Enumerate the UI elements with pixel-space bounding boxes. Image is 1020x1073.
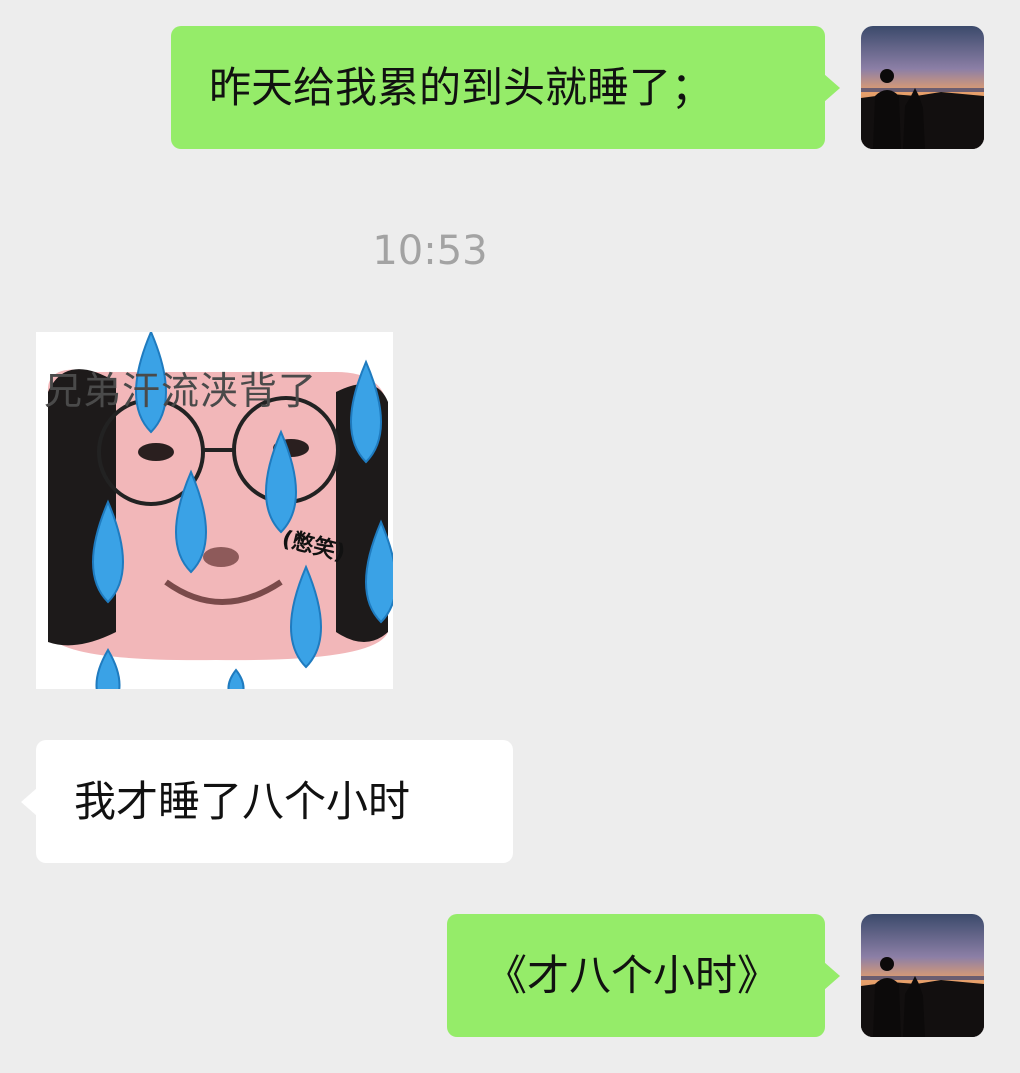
- message-timestamp: 10:53: [372, 228, 488, 274]
- incoming-message-bubble[interactable]: 我才睡了八个小时: [21, 740, 513, 863]
- message-text: 《才八个小时》: [485, 950, 780, 1000]
- avatar-image: [861, 26, 984, 149]
- avatar-image: [861, 914, 984, 1037]
- sticker-message[interactable]: 兄弟汗流浃背了 (憋笑): [36, 332, 393, 689]
- outgoing-message-bubble[interactable]: 昨天给我累的到头就睡了；: [171, 26, 840, 149]
- message-text: 昨天给我累的到头就睡了；: [209, 62, 714, 112]
- user-avatar[interactable]: [861, 914, 984, 1037]
- message-text: 我才睡了八个小时: [74, 776, 411, 826]
- chat-area[interactable]: 昨天给我累的到头就睡了； 10:53 兄弟汗流浃背了 (憋笑) 我才睡了八个小时…: [0, 0, 1020, 1073]
- sticker-caption: 兄弟汗流浃背了: [44, 369, 318, 413]
- outgoing-message-bubble[interactable]: 《才八个小时》: [447, 914, 840, 1037]
- user-avatar[interactable]: [861, 26, 984, 149]
